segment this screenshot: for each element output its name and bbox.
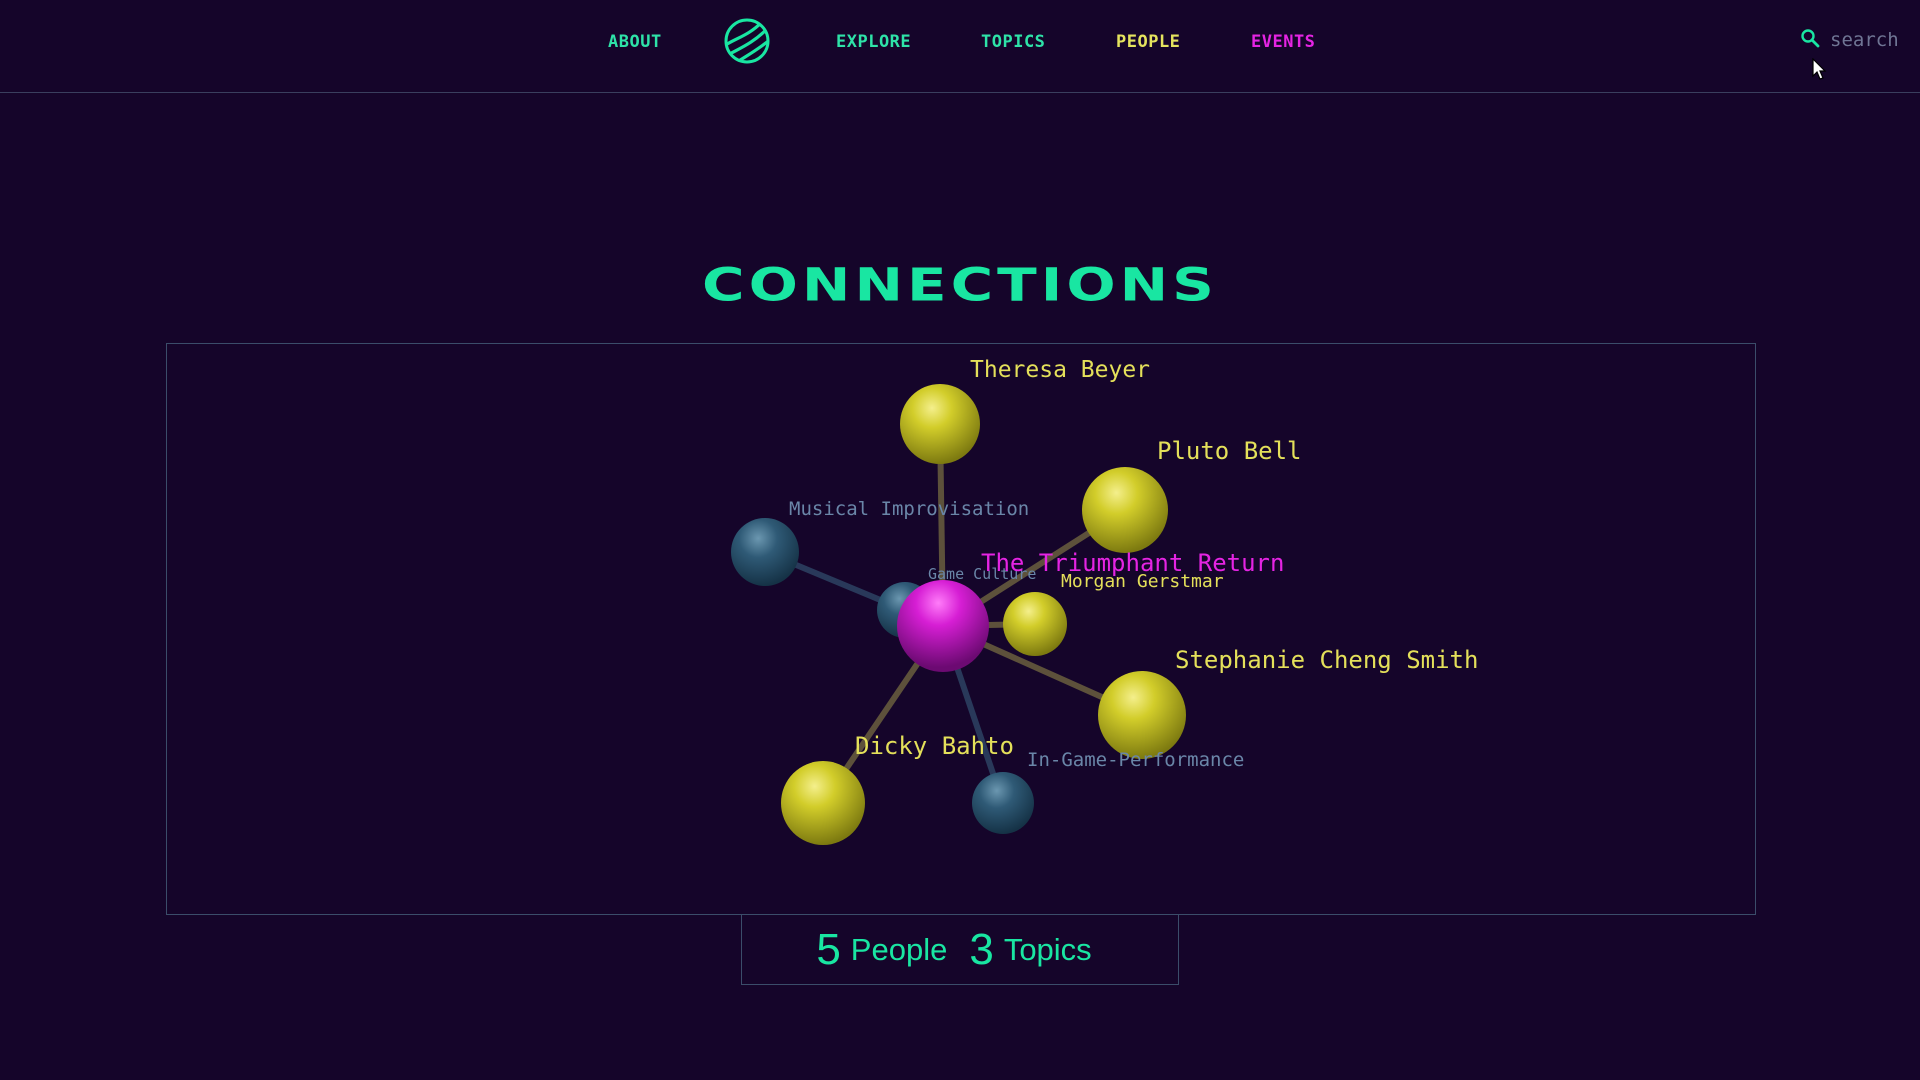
connections-graph: Musical Improvisation Game Culture In-Ga… (731, 357, 1478, 845)
search-input[interactable]: search (1830, 29, 1899, 51)
topic-node-in-game-performance[interactable] (972, 772, 1034, 834)
label-morgan-gerstmar: Morgan Gerstmar (1061, 571, 1224, 592)
label-dicky-bahto: Dicky Bahto (855, 732, 1014, 760)
connections-graph-panel: Musical Improvisation Game Culture In-Ga… (166, 343, 1756, 915)
label-pluto-bell: Pluto Bell (1157, 437, 1302, 465)
search-icon[interactable] (1800, 28, 1820, 53)
nav-people[interactable]: PEOPLE (1116, 30, 1180, 54)
search-box[interactable]: search (1800, 28, 1899, 52)
mouse-cursor-icon (1812, 57, 1828, 82)
nav-events[interactable]: EVENTS (1251, 30, 1315, 54)
person-node-pluto-bell[interactable] (1082, 467, 1168, 553)
nav-explore[interactable]: EXPLORE (836, 30, 911, 54)
topic-node-musical-improvisation[interactable] (731, 518, 799, 586)
label-musical-improvisation: Musical Improvisation (789, 498, 1029, 520)
event-node-center[interactable] (897, 580, 989, 672)
people-count: 5 (816, 924, 841, 974)
label-theresa-beyer: Theresa Beyer (970, 357, 1150, 383)
label-in-game-performance: In-Game-Performance (1027, 749, 1244, 771)
topics-label: Topics (1003, 931, 1092, 967)
nav-topics[interactable]: TOPICS (981, 30, 1045, 54)
people-label: People (850, 931, 948, 967)
person-node-dicky-bahto[interactable] (781, 761, 865, 845)
nav-about[interactable]: ABOUT (608, 30, 662, 54)
top-navigation-bar: ABOUT EXPLORE TOPICS PEOPLE EVENTS searc… (0, 0, 1920, 93)
person-node-theresa-beyer[interactable] (900, 384, 980, 464)
page-title: CONNECTIONS (702, 258, 1218, 312)
topics-count: 3 (969, 924, 994, 974)
person-node-morgan-gerstmar[interactable] (1003, 592, 1067, 656)
person-node-stephanie-cheng-smith[interactable] (1098, 671, 1186, 759)
label-stephanie-cheng-smith: Stephanie Cheng Smith (1175, 646, 1478, 674)
globe-stripes-icon[interactable] (722, 16, 772, 66)
connection-stats: 5 People 3 Topics (741, 915, 1179, 985)
